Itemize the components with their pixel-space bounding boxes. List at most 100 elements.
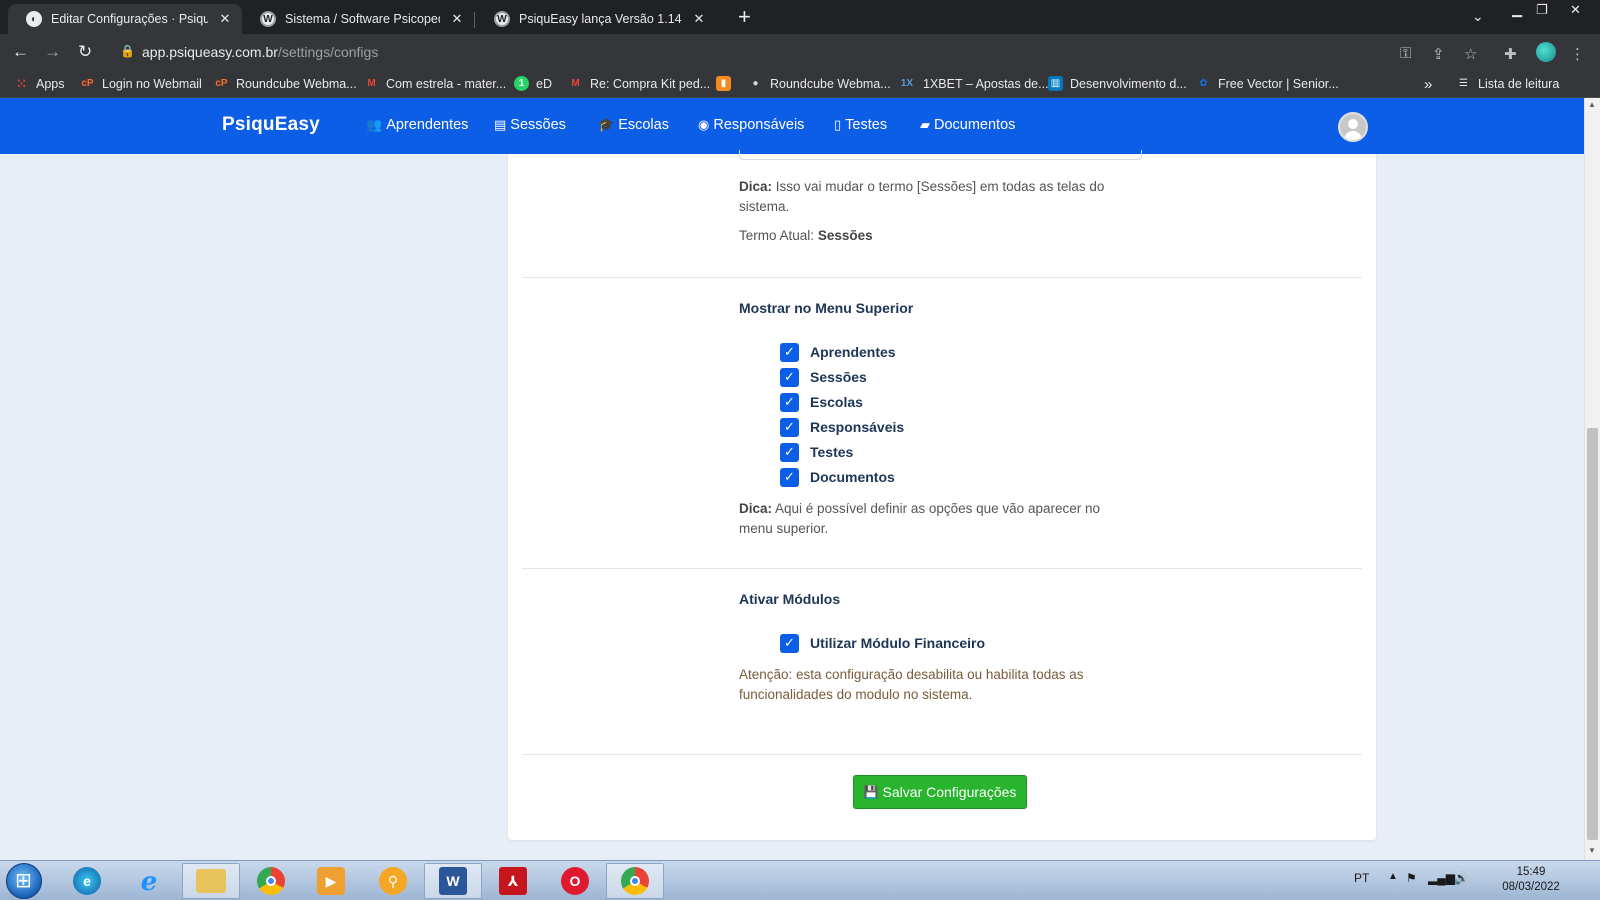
- page-scrollbar[interactable]: ▲ ▼: [1584, 98, 1600, 860]
- wordpress-icon: W: [260, 11, 276, 27]
- taskbar-edge[interactable]: e: [58, 863, 116, 899]
- key-icon[interactable]: ⚿: [1400, 45, 1411, 62]
- book-icon: ▰: [920, 117, 930, 132]
- bookmark-apps[interactable]: ⁙ Apps: [14, 76, 65, 91]
- kebab-menu-icon[interactable]: ⋮: [1570, 45, 1585, 63]
- taskbar-media-player[interactable]: ▶: [302, 863, 360, 899]
- nav-label: Sessões: [510, 117, 566, 133]
- hint-label: Dica:: [739, 501, 773, 516]
- checkmark-icon[interactable]: ✓: [780, 442, 799, 462]
- share-icon[interactable]: ⇪: [1432, 45, 1445, 63]
- gmail-icon: M: [571, 78, 580, 89]
- clock-time: 15:49: [1516, 866, 1546, 878]
- taskbar-opera[interactable]: O: [546, 863, 604, 899]
- tab-search-chevron-down-icon[interactable]: ⌄: [1472, 8, 1484, 25]
- reading-list-button[interactable]: ☰ Lista de leitura: [1456, 76, 1559, 91]
- tab-versao-114[interactable]: W PsiquEasy lança Versão 1.14 com ✕: [476, 4, 716, 34]
- save-settings-button[interactable]: 💾 Salvar Configurações: [853, 775, 1027, 809]
- bookmark-com-estrela[interactable]: M Com estrela - mater...: [364, 76, 506, 91]
- taskbar-acrobat[interactable]: ⅄: [484, 863, 542, 899]
- windows-taskbar: e ℯ ▶ ⚲ W ⅄ O PT ▲ ⚑ ▂▄▆ 🔊 15:49 08/03/2…: [0, 860, 1600, 900]
- close-icon[interactable]: ✕: [692, 11, 706, 27]
- nav-aprendentes[interactable]: 👥 Aprendentes: [366, 117, 468, 133]
- checkmark-icon[interactable]: ✓: [780, 342, 799, 362]
- taskbar-vpn[interactable]: ⚲: [364, 863, 422, 899]
- checkbox-testes[interactable]: ✓ Testes: [780, 442, 853, 462]
- url-text[interactable]: app.psiqueasy.com.br/settings/configs: [142, 44, 378, 60]
- checkmark-icon[interactable]: ✓: [780, 367, 799, 387]
- nav-sessoes[interactable]: ▤ Sessões: [494, 117, 566, 133]
- file-icon: ▯: [834, 117, 842, 132]
- checkbox-modulo-financeiro[interactable]: ✓ Utilizar Módulo Financeiro: [780, 633, 985, 653]
- nav-documentos[interactable]: ▰ Documentos: [920, 117, 1015, 133]
- bookmark-roundcube-2[interactable]: ● Roundcube Webma...: [748, 76, 890, 91]
- profile-avatar-icon[interactable]: [1536, 42, 1556, 62]
- taskbar-explorer[interactable]: [182, 863, 240, 899]
- reading-list-label: Lista de leitura: [1478, 76, 1560, 91]
- network-signal-icon[interactable]: ▂▄▆: [1428, 871, 1455, 885]
- tab-title: Sistema / Software Psicopedagóg: [285, 12, 440, 26]
- checkbox-label: Utilizar Módulo Financeiro: [810, 635, 986, 651]
- restore-icon[interactable]: ❐: [1536, 2, 1548, 18]
- floppy-disk-icon: 💾: [863, 785, 879, 799]
- bookmark-login-webmail[interactable]: cP Login no Webmail: [80, 76, 201, 91]
- nav-responsaveis[interactable]: ◉ Responsáveis: [698, 117, 804, 133]
- bookmark-star-icon[interactable]: ☆: [1464, 45, 1477, 63]
- term-input-bottom-edge[interactable]: [739, 150, 1142, 160]
- bookmark-desenvolvimento[interactable]: ▥ Desenvolvimento d...: [1048, 76, 1187, 91]
- checkmark-icon[interactable]: ✓: [780, 392, 799, 412]
- current-term-value: Sessões: [817, 228, 873, 243]
- bookmark-label: Apps: [36, 76, 65, 91]
- address-bar[interactable]: 🔒 app.psiqueasy.com.br/settings/configs …: [110, 37, 1585, 67]
- bookmark-orange[interactable]: ▮: [716, 76, 738, 91]
- taskbar-clock[interactable]: 15:49 08/03/2022: [1500, 865, 1562, 895]
- checkbox-documentos[interactable]: ✓ Documentos: [780, 467, 895, 487]
- close-icon[interactable]: ✕: [450, 11, 464, 27]
- browser-toolbar: ← → ↻ 🔒 app.psiqueasy.com.br/settings/co…: [0, 34, 1600, 70]
- close-icon[interactable]: ✕: [218, 11, 232, 27]
- users-icon: 👥: [366, 117, 383, 132]
- checkmark-icon[interactable]: ✓: [780, 633, 799, 653]
- scroll-down-arrow-icon[interactable]: ▼: [1588, 846, 1596, 855]
- new-tab-button[interactable]: +: [738, 6, 751, 28]
- reload-icon[interactable]: ↻: [78, 42, 92, 62]
- scroll-up-arrow-icon[interactable]: ▲: [1588, 100, 1596, 109]
- taskbar-internet-explorer[interactable]: ℯ: [120, 863, 178, 899]
- minimize-icon[interactable]: ▁: [1512, 2, 1522, 18]
- checkmark-icon[interactable]: ✓: [780, 417, 799, 437]
- checkbox-label: Sessões: [810, 369, 867, 385]
- tab-editar-configuracoes[interactable]: ◐ Editar Configurações · PsiquEasy ✕: [8, 4, 242, 34]
- taskbar-word[interactable]: W: [424, 863, 482, 899]
- tab-sistema-software[interactable]: W Sistema / Software Psicopedagóg ✕: [242, 4, 474, 34]
- taskbar-chrome-active[interactable]: [606, 863, 664, 899]
- bookmark-free-vector[interactable]: ✿ Free Vector | Senior...: [1196, 76, 1338, 91]
- volume-icon[interactable]: 🔊: [1454, 871, 1469, 885]
- action-center-flag-icon[interactable]: ⚑: [1406, 871, 1417, 885]
- tray-expand-icon[interactable]: ▲: [1388, 871, 1398, 882]
- brand-logo[interactable]: PsiquEasy: [222, 114, 320, 136]
- checkbox-responsaveis[interactable]: ✓ Responsáveis: [780, 417, 904, 437]
- start-button[interactable]: [6, 863, 42, 899]
- bookmark-ed[interactable]: 1 eD: [514, 76, 552, 91]
- checkbox-sessoes[interactable]: ✓ Sessões: [780, 367, 867, 387]
- checkbox-escolas[interactable]: ✓ Escolas: [780, 392, 863, 412]
- language-indicator[interactable]: PT: [1354, 871, 1369, 885]
- graduation-cap-icon: 🎓: [598, 117, 615, 132]
- scrollbar-thumb[interactable]: [1587, 428, 1598, 840]
- user-avatar[interactable]: [1338, 112, 1368, 142]
- forward-arrow-icon[interactable]: →: [44, 42, 61, 62]
- taskbar-chrome[interactable]: [242, 863, 300, 899]
- back-arrow-icon[interactable]: ←: [12, 42, 29, 62]
- window-close-icon[interactable]: ✕: [1570, 2, 1581, 18]
- bookmark-roundcube-1[interactable]: cP Roundcube Webma...: [214, 76, 356, 91]
- more-bookmarks-chevron-icon[interactable]: »: [1424, 76, 1432, 93]
- section-divider: [522, 277, 1362, 278]
- nav-testes[interactable]: ▯ Testes: [834, 117, 887, 133]
- checkbox-aprendentes[interactable]: ✓ Aprendentes: [780, 342, 896, 362]
- checkmark-icon[interactable]: ✓: [780, 467, 799, 487]
- bookmark-compra-kit[interactable]: M Re: Compra Kit ped...: [568, 76, 710, 91]
- extensions-puzzle-icon[interactable]: ✚: [1504, 45, 1517, 63]
- bookmark-1xbet[interactable]: 1X 1XBET – Apostas de...: [898, 76, 1049, 91]
- nav-escolas[interactable]: 🎓 Escolas: [598, 117, 669, 133]
- opera-icon: O: [561, 867, 589, 895]
